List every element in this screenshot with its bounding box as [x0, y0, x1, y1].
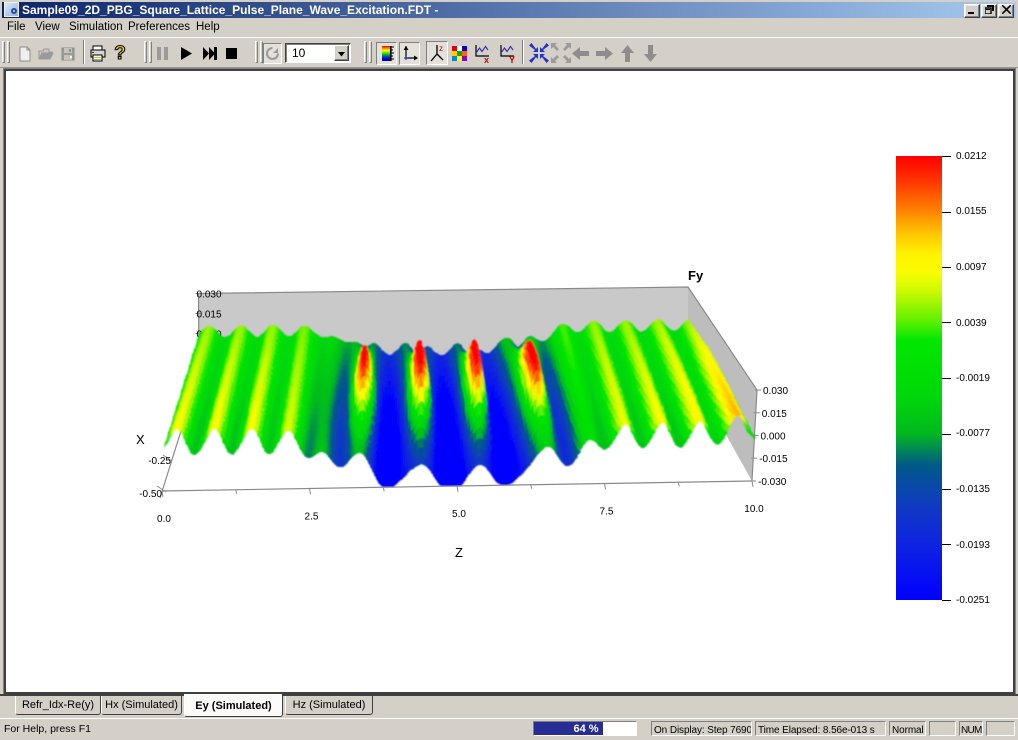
svg-text:-0.50: -0.50 — [139, 489, 162, 500]
svg-text:-0.25: -0.25 — [148, 456, 171, 467]
svg-text:0.030: 0.030 — [197, 290, 222, 301]
svg-text:0.015: 0.015 — [197, 310, 222, 321]
svg-text:X: X — [136, 432, 145, 447]
